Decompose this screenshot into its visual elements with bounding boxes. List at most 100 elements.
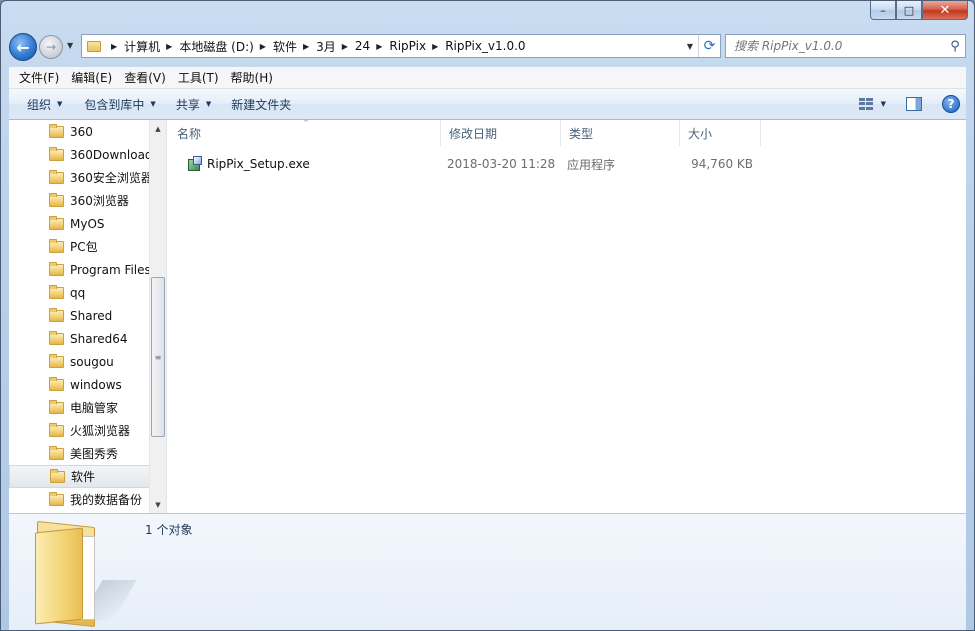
tree-item-label: 电脑管家: [70, 401, 119, 415]
folder-icon: [49, 330, 64, 345]
folder-icon: [49, 491, 64, 506]
column-header-name[interactable]: ^ 名称: [167, 119, 441, 146]
recent-pages-dropdown[interactable]: ▼: [67, 41, 77, 53]
tree-item[interactable]: PC包: [9, 235, 150, 258]
column-header-label: 类型: [569, 126, 594, 141]
tree-item[interactable]: 我的数据备份: [9, 488, 150, 511]
forward-button[interactable]: →: [39, 35, 63, 59]
tree-item[interactable]: 360Download: [9, 143, 153, 166]
scroll-down-arrow-icon[interactable]: ▼: [150, 496, 166, 513]
folder-icon: [49, 215, 64, 230]
tree-scrollbar[interactable]: ▲ ≡ ▼: [149, 120, 166, 513]
tree-item-selected[interactable]: 软件: [9, 465, 150, 488]
view-options-icon[interactable]: [858, 98, 873, 110]
chevron-right-icon[interactable]: ▶: [303, 42, 309, 51]
folder-icon: [49, 353, 64, 368]
new-folder-label: 新建文件夹: [231, 97, 292, 112]
tree-item-label: windows: [70, 377, 122, 392]
minimize-button[interactable]: –: [870, 1, 896, 20]
breadcrumb-software[interactable]: 软件 ▶: [273, 38, 316, 55]
details-pane: 1 个对象: [9, 513, 966, 630]
menu-view[interactable]: 查看(V): [118, 69, 172, 86]
share-button[interactable]: 共享 ▼: [168, 89, 219, 119]
address-bar[interactable]: ▶ 计算机 ▶ 本地磁盘 (D:) ▶ 软件 ▶ 3月 ▶ 24 ▶ RipPix ▶ Ri…: [81, 34, 721, 58]
help-icon[interactable]: ?: [942, 95, 960, 113]
breadcrumb-drive-d[interactable]: 本地磁盘 (D:) ▶: [179, 38, 273, 55]
caption-buttons: – □ ✕: [870, 1, 968, 20]
column-header-size[interactable]: 大小: [680, 120, 761, 146]
search-icon[interactable]: ⚲: [945, 39, 965, 54]
breadcrumb-label: RipPix_v1.0.0: [445, 39, 526, 53]
tree-item-label: Shared: [70, 308, 113, 323]
menu-file[interactable]: 文件(F): [13, 69, 65, 86]
navigation-pane: 360 360Download 360安全浏览器 360浏览器 MyOS PC包…: [9, 120, 167, 513]
scroll-thumb[interactable]: ≡: [151, 277, 165, 437]
organize-button[interactable]: 组织 ▼: [19, 89, 70, 119]
chevron-right-icon[interactable]: ▶: [260, 42, 266, 51]
tree-item[interactable]: 火狐浏览器: [9, 419, 150, 442]
column-header-date[interactable]: 修改日期: [441, 120, 561, 146]
chevron-right-icon[interactable]: ▶: [432, 42, 438, 51]
refresh-icon[interactable]: ⟳: [698, 35, 720, 57]
tree-item[interactable]: 360浏览器: [9, 189, 150, 212]
file-list-pane: ^ 名称 修改日期 类型 大小 RipPix_Setup.exe 2018-03-…: [167, 119, 966, 513]
tree-item[interactable]: Shared64: [9, 327, 150, 350]
chevron-right-icon[interactable]: ▶: [342, 42, 348, 51]
menu-tools[interactable]: 工具(T): [172, 69, 225, 86]
breadcrumb-computer[interactable]: 计算机 ▶: [124, 38, 179, 55]
breadcrumb-label: RipPix: [389, 39, 427, 53]
chevron-down-icon: ▼: [205, 100, 212, 108]
chevron-right-icon[interactable]: ▶: [166, 42, 172, 51]
tree-item[interactable]: windows: [9, 373, 150, 396]
column-header-type[interactable]: 类型: [561, 120, 680, 146]
folder-icon: [49, 376, 64, 391]
folder-icon: [49, 445, 64, 460]
include-in-library-button[interactable]: 包含到库中 ▼: [76, 89, 163, 119]
menu-help[interactable]: 帮助(H): [225, 69, 279, 86]
menu-edit[interactable]: 编辑(E): [65, 69, 118, 86]
folder-icon: [49, 284, 64, 299]
breadcrumb-24[interactable]: 24 ▶: [355, 39, 389, 53]
tree-item-label: 360浏览器: [70, 194, 129, 208]
breadcrumb-label: 24: [354, 39, 371, 53]
tree-item[interactable]: Program Files: [9, 258, 151, 281]
close-button[interactable]: ✕: [922, 1, 968, 20]
scroll-up-arrow-icon[interactable]: ▲: [150, 120, 166, 137]
view-dropdown-icon[interactable]: ▼: [881, 100, 886, 108]
folder-icon: [87, 40, 101, 52]
tree-item[interactable]: sougou: [9, 350, 150, 373]
file-name: RipPix_Setup.exe: [207, 157, 310, 171]
view-controls: ▼ ?: [858, 89, 966, 119]
tree-item-label: Shared64: [70, 331, 128, 346]
breadcrumb-rippix-v100[interactable]: RipPix_v1.0.0: [445, 39, 525, 53]
tree-item[interactable]: 美图秀秀: [9, 442, 150, 465]
include-in-library-label: 包含到库中: [84, 97, 145, 112]
tree-item[interactable]: MyOS: [9, 212, 150, 235]
folder-tree: 360 360Download 360安全浏览器 360浏览器 MyOS PC包…: [9, 120, 153, 511]
breadcrumb-rippix[interactable]: RipPix ▶: [389, 39, 445, 53]
file-type: 应用程序: [567, 157, 616, 172]
back-button[interactable]: ←: [9, 33, 37, 61]
breadcrumb-march[interactable]: 3月 ▶: [316, 38, 355, 55]
tree-item[interactable]: 电脑管家: [9, 396, 150, 419]
tree-item[interactable]: Shared: [9, 304, 150, 327]
preview-pane-icon[interactable]: [906, 97, 922, 111]
chevron-right-icon[interactable]: ▶: [376, 42, 382, 51]
file-name-cell: RipPix_Setup.exe: [167, 156, 441, 172]
explorer-window: – □ ✕ ← → ▼ ▶ 计算机 ▶ 本地磁盘 (D:) ▶ 软件 ▶ 3月 ▶ 24…: [0, 0, 975, 631]
new-folder-button[interactable]: 新建文件夹: [223, 89, 299, 119]
address-row: ← → ▼ ▶ 计算机 ▶ 本地磁盘 (D:) ▶ 软件 ▶ 3月 ▶ 24 ▶ RipP…: [9, 33, 966, 61]
command-bar: 组织 ▼ 包含到库中 ▼ 共享 ▼ 新建文件夹 ▼ ?: [9, 89, 966, 120]
breadcrumb-label: 计算机: [124, 39, 161, 54]
file-row[interactable]: RipPix_Setup.exe 2018-03-20 11:28 应用程序 9…: [167, 152, 767, 176]
tree-item[interactable]: qq: [9, 281, 150, 304]
tree-item[interactable]: 360安全浏览器: [9, 166, 153, 189]
folder-icon: [49, 399, 64, 414]
tree-item-label: 360安全浏览器: [70, 171, 153, 185]
address-dropdown-icon[interactable]: ▼: [682, 42, 698, 51]
maximize-button[interactable]: □: [896, 1, 922, 20]
tree-item[interactable]: 360: [9, 120, 150, 143]
search-input[interactable]: [734, 39, 945, 53]
share-label: 共享: [175, 97, 200, 112]
chevron-right-icon[interactable]: ▶: [111, 42, 117, 51]
